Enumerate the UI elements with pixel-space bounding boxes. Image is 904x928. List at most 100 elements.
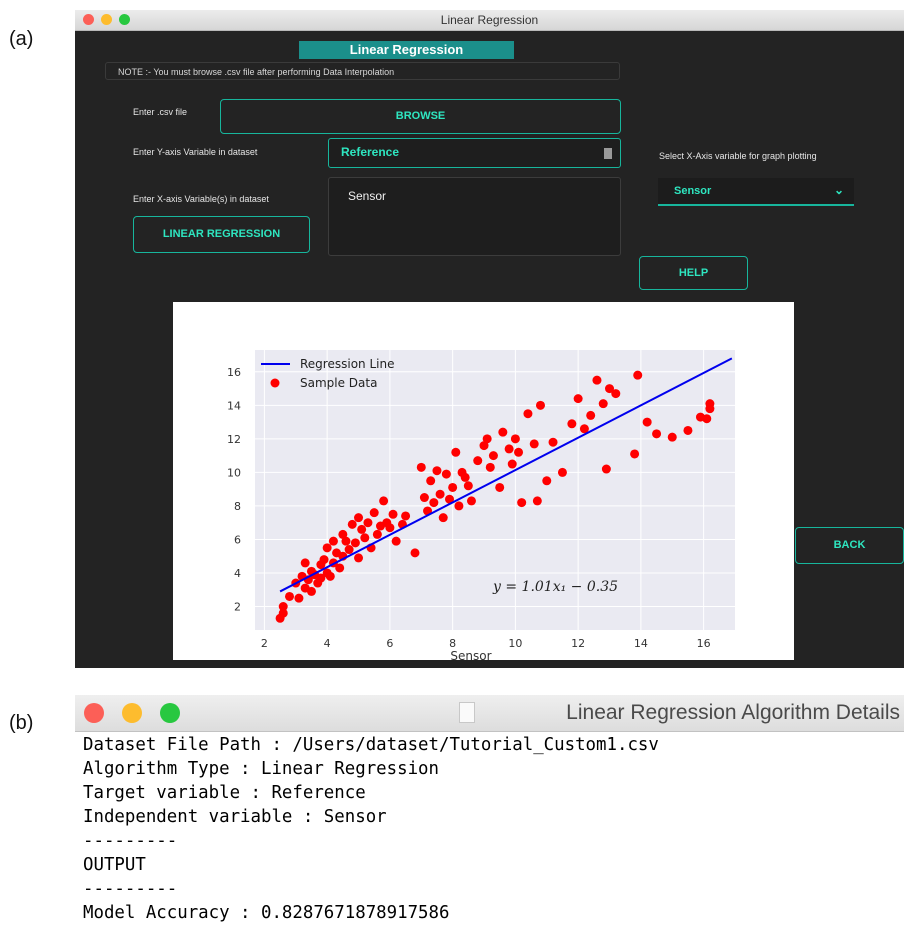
help-button[interactable]: HELP [639, 256, 748, 290]
detail-line: Algorithm Type : Linear Regression [83, 759, 439, 779]
data-point [410, 548, 420, 558]
x-tick-label: 2 [261, 637, 268, 650]
data-point [429, 498, 439, 508]
note-text: NOTE :- You must browse .csv file after … [105, 62, 620, 80]
detail-line: OUTPUT [83, 855, 146, 875]
regression-chart: 2 4 6 8 10 12 14 16 2 4 6 8 10 12 14 16 Regression Lin… [227, 350, 735, 663]
separator-line: --------- [83, 831, 178, 851]
data-point [504, 444, 514, 454]
y-tick-label: 4 [234, 567, 241, 580]
data-point [319, 555, 329, 565]
data-point [633, 370, 643, 380]
scroll-handle-icon[interactable] [604, 148, 612, 159]
data-point [278, 608, 288, 618]
data-point [388, 509, 398, 519]
minimize-window-button[interactable] [122, 703, 142, 723]
data-point [586, 410, 596, 420]
y-tick-labels: 2 4 6 8 10 12 14 16 [227, 366, 241, 614]
y-tick-label: 14 [227, 399, 241, 412]
data-point [532, 496, 542, 506]
browse-button[interactable]: BROWSE [220, 99, 621, 134]
y-variable-input[interactable]: Reference [328, 138, 621, 168]
x-variable-list[interactable]: Sensor [328, 177, 621, 256]
data-point [391, 536, 401, 546]
data-point [598, 399, 608, 409]
chevron-down-icon: ⌄ [833, 183, 844, 197]
data-point [350, 538, 360, 548]
data-point [435, 489, 445, 499]
data-point [592, 375, 602, 385]
data-point [705, 399, 715, 409]
data-point [341, 536, 351, 546]
algorithm-details-window: Linear Regression Algorithm Details Data… [75, 695, 904, 928]
y-tick-label: 16 [227, 366, 241, 379]
plot-x-axis-select[interactable]: Sensor ⌄ [658, 178, 854, 206]
x-variable-label: Enter X-axis Variable(s) in dataset [133, 194, 269, 204]
data-point [426, 476, 436, 486]
data-point [451, 447, 461, 457]
data-point [514, 447, 524, 457]
y-variable-label: Enter Y-axis Variable in dataset [133, 147, 258, 157]
data-point [416, 462, 426, 472]
data-point [363, 518, 373, 528]
details-titlebar: Linear Regression Algorithm Details [75, 695, 904, 732]
csv-file-label: Enter .csv file [133, 107, 188, 117]
data-point [360, 533, 370, 543]
legend-label-sample: Sample Data [300, 376, 377, 390]
legend-dot-swatch [270, 378, 280, 388]
data-point [466, 496, 476, 506]
data-point [601, 464, 611, 474]
data-point [401, 511, 411, 521]
data-point [482, 434, 492, 444]
y-tick-label: 6 [234, 533, 241, 546]
data-point [285, 591, 295, 601]
data-point [441, 469, 451, 479]
detail-line: Dataset File Path : /Users/dataset/Tutor… [83, 735, 659, 755]
data-point [523, 409, 533, 419]
detail-line: Model Accuracy : 0.8287671878917586 [83, 903, 450, 923]
data-point [372, 529, 382, 539]
plot-x-axis-label: Select X-Axis variable for graph plottin… [659, 151, 817, 161]
linear-regression-button[interactable]: LINEAR REGRESSION [133, 216, 310, 253]
data-point [354, 513, 364, 523]
data-point [369, 508, 379, 518]
data-point [488, 451, 498, 461]
page-banner: Linear Regression [299, 41, 514, 59]
separator-line: --------- [83, 879, 178, 899]
y-variable-value: Reference [341, 145, 400, 159]
data-point [306, 586, 316, 596]
data-point [325, 571, 335, 581]
data-point [357, 524, 367, 534]
data-point [573, 394, 583, 404]
data-point [300, 558, 310, 568]
y-tick-label: 8 [234, 500, 241, 513]
data-point [535, 400, 545, 410]
data-point [498, 427, 508, 437]
data-point [510, 434, 520, 444]
data-point [328, 536, 338, 546]
data-point [667, 432, 677, 442]
data-point [460, 472, 470, 482]
data-point [344, 545, 354, 555]
data-point [454, 501, 464, 511]
data-point [702, 414, 712, 424]
x-axis-title: Sensor [450, 649, 491, 660]
document-icon [459, 702, 475, 723]
data-point [507, 459, 517, 469]
data-point [557, 467, 567, 477]
data-point [379, 496, 389, 506]
data-point [448, 482, 458, 492]
close-window-button[interactable] [84, 703, 104, 723]
zoom-window-button[interactable] [160, 703, 180, 723]
data-point [432, 466, 442, 476]
legend-label-regression: Regression Line [300, 357, 394, 371]
y-tick-label: 10 [227, 466, 241, 479]
x-variable-item[interactable]: Sensor [348, 189, 386, 203]
x-tick-label: 12 [571, 637, 585, 650]
back-button[interactable]: BACK [795, 527, 904, 564]
data-point [630, 449, 640, 459]
data-point [463, 481, 473, 491]
data-point [485, 462, 495, 472]
data-point [322, 543, 332, 553]
data-point [642, 417, 652, 427]
